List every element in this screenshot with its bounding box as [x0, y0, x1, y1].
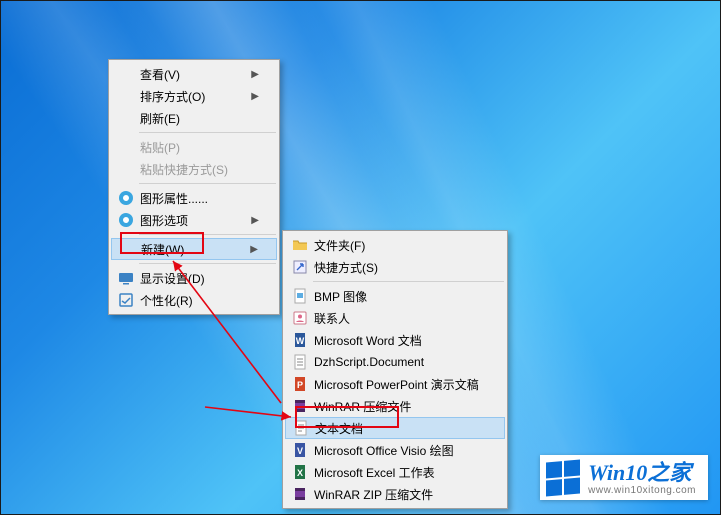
excel-icon: X	[290, 464, 310, 480]
powerpoint-icon: P	[290, 376, 310, 392]
personalize-icon	[116, 292, 136, 308]
menu-item-personalize[interactable]: 个性化(R)	[111, 289, 277, 311]
menu-item-refresh[interactable]: 刷新(E)	[111, 107, 277, 129]
svg-text:V: V	[297, 446, 303, 456]
menu-item-display-settings[interactable]: 显示设置(D)	[111, 267, 277, 289]
menu-label: Microsoft PowerPoint 演示文稿	[310, 376, 487, 393]
new-dzhscript[interactable]: DzhScript.Document	[285, 351, 505, 373]
menu-label: 显示设置(D)	[136, 270, 259, 287]
menu-separator	[139, 132, 276, 133]
menu-label: 文本文档	[311, 420, 486, 437]
watermark: Win10之家 www.win10xitong.com	[540, 455, 708, 500]
menu-label: 图形选项	[136, 212, 251, 229]
text-icon	[291, 420, 311, 436]
menu-label: 图形属性......	[136, 190, 259, 207]
new-contact[interactable]: 联系人	[285, 307, 505, 329]
new-word[interactable]: W Microsoft Word 文档	[285, 329, 505, 351]
watermark-title: Win10之家	[588, 461, 696, 485]
chevron-right-icon: ▶	[251, 69, 259, 80]
menu-label: 个性化(R)	[136, 292, 259, 309]
chevron-right-icon: ▶	[251, 91, 259, 102]
document-icon	[290, 354, 310, 370]
menu-label: 排序方式(O)	[136, 88, 251, 105]
menu-label: 联系人	[310, 310, 487, 327]
menu-label: BMP 图像	[310, 288, 487, 305]
menu-label: Microsoft Excel 工作表	[310, 464, 487, 481]
word-icon: W	[290, 332, 310, 348]
menu-item-graphics-props[interactable]: 图形属性......	[111, 187, 277, 209]
new-bmp[interactable]: BMP 图像	[285, 285, 505, 307]
new-rar[interactable]: WinRAR 压缩文件	[285, 395, 505, 417]
intel-icon	[116, 190, 136, 206]
new-submenu: 文件夹(F) 快捷方式(S) BMP 图像 联系人 W Microsoft Wo…	[282, 230, 508, 509]
menu-label: WinRAR ZIP 压缩文件	[310, 486, 487, 503]
new-powerpoint[interactable]: P Microsoft PowerPoint 演示文稿	[285, 373, 505, 395]
watermark-title-main: Win10	[588, 460, 647, 485]
menu-item-sort[interactable]: 排序方式(O) ▶	[111, 85, 277, 107]
windows-logo-icon	[546, 460, 580, 497]
new-shortcut[interactable]: 快捷方式(S)	[285, 256, 505, 278]
bmp-icon	[290, 288, 310, 304]
shortcut-icon	[290, 259, 310, 275]
intel-icon	[116, 212, 136, 228]
menu-label: 新建(W)	[137, 241, 250, 258]
new-zip[interactable]: WinRAR ZIP 压缩文件	[285, 483, 505, 505]
rar-icon	[290, 486, 310, 502]
menu-separator	[313, 281, 504, 282]
chevron-right-icon: ▶	[250, 244, 258, 255]
menu-label: 粘贴快捷方式(S)	[136, 161, 259, 178]
menu-separator	[139, 263, 276, 264]
new-visio[interactable]: V Microsoft Office Visio 绘图	[285, 439, 505, 461]
new-folder[interactable]: 文件夹(F)	[285, 234, 505, 256]
menu-label: DzhScript.Document	[310, 355, 487, 369]
new-excel[interactable]: X Microsoft Excel 工作表	[285, 461, 505, 483]
visio-icon: V	[290, 442, 310, 458]
menu-item-view[interactable]: 查看(V) ▶	[111, 63, 277, 85]
menu-item-paste-shortcut: 粘贴快捷方式(S)	[111, 158, 277, 180]
menu-label: 粘贴(P)	[136, 139, 259, 156]
menu-label: 查看(V)	[136, 66, 251, 83]
menu-item-new[interactable]: 新建(W) ▶	[111, 238, 277, 260]
menu-separator	[139, 234, 276, 235]
menu-label: 快捷方式(S)	[310, 259, 487, 276]
menu-item-graphics-options[interactable]: 图形选项 ▶	[111, 209, 277, 231]
watermark-url: www.win10xitong.com	[588, 485, 696, 496]
menu-item-paste: 粘贴(P)	[111, 136, 277, 158]
desktop-context-menu: 查看(V) ▶ 排序方式(O) ▶ 刷新(E) 粘贴(P) 粘贴快捷方式(S) …	[108, 59, 280, 315]
menu-separator	[139, 183, 276, 184]
rar-icon	[290, 398, 310, 414]
display-icon	[116, 270, 136, 286]
menu-label: 文件夹(F)	[310, 237, 487, 254]
watermark-title-suffix: 之家	[647, 460, 691, 485]
folder-icon	[290, 237, 310, 253]
chevron-right-icon: ▶	[251, 215, 259, 226]
svg-text:W: W	[296, 336, 305, 346]
svg-text:P: P	[297, 380, 303, 390]
menu-label: WinRAR 压缩文件	[310, 398, 487, 415]
menu-label: Microsoft Office Visio 绘图	[310, 442, 487, 459]
menu-label: 刷新(E)	[136, 110, 259, 127]
svg-text:X: X	[297, 468, 303, 478]
menu-label: Microsoft Word 文档	[310, 332, 487, 349]
new-text-document[interactable]: 文本文档	[285, 417, 505, 439]
contact-icon	[290, 310, 310, 326]
